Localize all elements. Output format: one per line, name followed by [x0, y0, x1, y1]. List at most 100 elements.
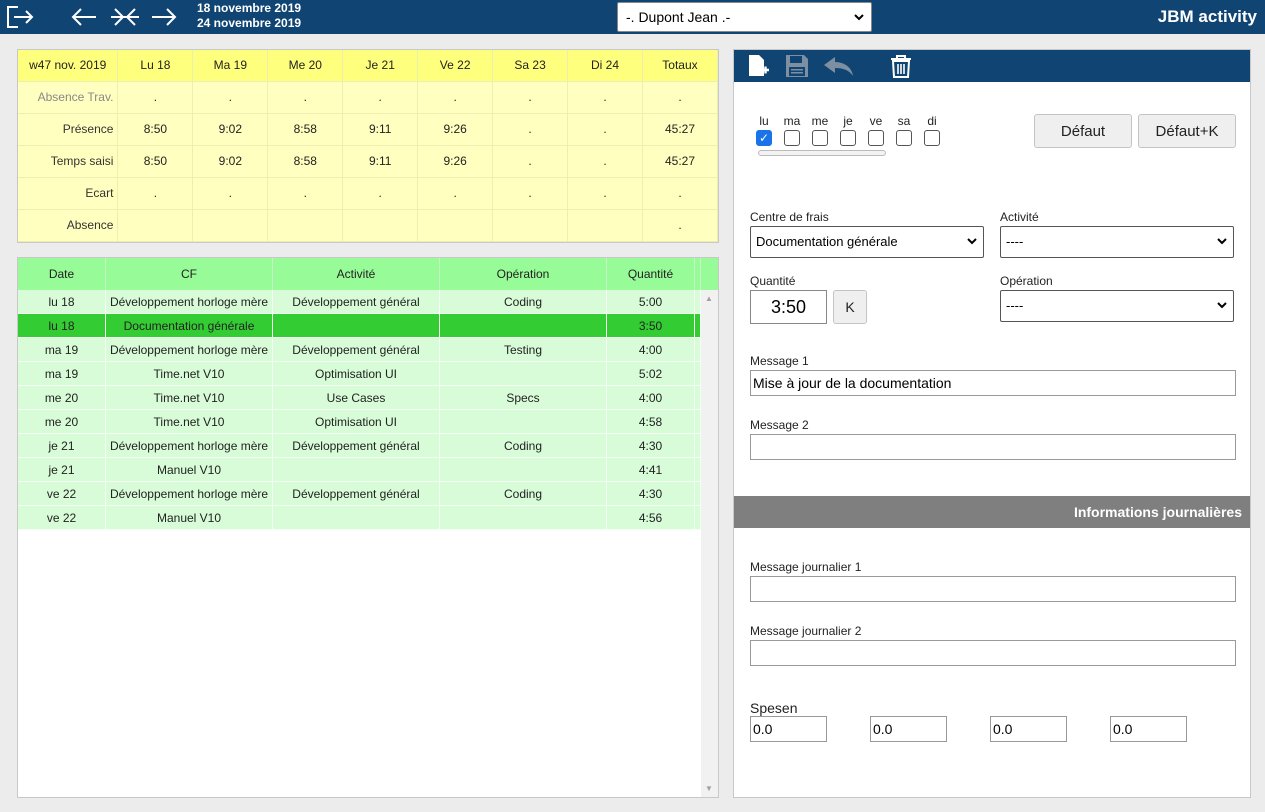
user-select[interactable]: -. Dupont Jean .-: [617, 2, 872, 32]
summary-cell: 8:50: [117, 145, 194, 178]
day-ma[interactable]: ma: [778, 114, 806, 146]
new-entry-icon[interactable]: [746, 54, 770, 78]
spesen-input-1[interactable]: 0.0: [750, 716, 827, 742]
entries-header-quantity[interactable]: Quantité: [607, 258, 695, 290]
day-di[interactable]: di: [918, 114, 946, 146]
table-row[interactable]: je 21 Manuel V10 4:41: [18, 458, 701, 482]
undo-icon[interactable]: [823, 54, 855, 78]
previous-week-icon[interactable]: [70, 5, 98, 29]
activity-select[interactable]: ----: [1000, 226, 1234, 258]
summary-cell: 9:11: [342, 145, 419, 178]
day-label: lu: [759, 114, 769, 128]
delete-icon[interactable]: [890, 54, 912, 78]
table-row[interactable]: je 21 Développement horloge mère Dévelop…: [18, 434, 701, 458]
summary-cell: 9:26: [417, 145, 494, 178]
cell-cf: Documentation générale: [106, 314, 273, 337]
day-checkbox[interactable]: [868, 130, 884, 146]
summary-cell: 8:58: [267, 145, 344, 178]
cell-date: je 21: [18, 434, 106, 457]
summary-cell: .: [117, 81, 194, 114]
day-checkbox[interactable]: [924, 130, 940, 146]
table-row[interactable]: lu 18 Développement horloge mère Dévelop…: [18, 290, 701, 314]
summary-cell: .: [192, 81, 269, 114]
entries-table: Date CF Activité Opération Quantité lu 1…: [17, 257, 719, 798]
message1-label: Message 1: [750, 354, 809, 368]
spesen-input-2[interactable]: 0.0: [870, 716, 947, 742]
table-row[interactable]: me 20 Time.net V10 Use Cases Specs 4:00: [18, 386, 701, 410]
scroll-up-icon[interactable]: ▲: [705, 294, 713, 303]
day-ve[interactable]: ve: [862, 114, 890, 146]
table-row[interactable]: ma 19 Développement horloge mère Dévelop…: [18, 338, 701, 362]
logout-icon[interactable]: [6, 5, 34, 29]
table-row[interactable]: me 20 Time.net V10 Optimisation UI 4:58: [18, 410, 701, 434]
default-button[interactable]: Défaut: [1034, 114, 1132, 148]
app-title: JBM activity: [1157, 7, 1257, 26]
day-je[interactable]: je: [834, 114, 862, 146]
table-row[interactable]: ma 19 Time.net V10 Optimisation UI 5:02: [18, 362, 701, 386]
day-checkbox[interactable]: [896, 130, 912, 146]
cell-quantity: 4:00: [607, 386, 695, 409]
summary-cell: .: [267, 177, 344, 210]
cell-date: me 20: [18, 410, 106, 433]
cell-quantity: 4:58: [607, 410, 695, 433]
day-label: di: [927, 114, 937, 128]
daily-message1-input[interactable]: [750, 576, 1236, 602]
entries-header-row: Date CF Activité Opération Quantité: [18, 258, 718, 290]
cell-activity: Développement général: [273, 338, 440, 361]
message2-input[interactable]: [750, 434, 1236, 460]
daily-message2-input[interactable]: [750, 640, 1236, 666]
next-week-icon[interactable]: [150, 5, 178, 29]
table-row[interactable]: ve 22 Manuel V10 4:56: [18, 506, 701, 530]
spesen-input-3[interactable]: 0.0: [990, 716, 1067, 742]
spesen-input-4[interactable]: 0.0: [1110, 716, 1187, 742]
cell-quantity: 4:00: [607, 338, 695, 361]
chevron-down-icon: [854, 14, 864, 21]
summary-cell: .: [567, 145, 643, 178]
cell-activity: Use Cases: [273, 386, 440, 409]
user-select-value: -. Dupont Jean .-: [626, 9, 731, 25]
day-label: ma: [783, 114, 801, 128]
default-k-button[interactable]: Défaut+K: [1138, 114, 1236, 148]
current-week-icon[interactable]: [109, 5, 141, 29]
table-row-selected[interactable]: lu 18 Documentation générale 3:50: [18, 314, 701, 338]
entries-header-date[interactable]: Date: [18, 258, 106, 290]
entries-header-operation[interactable]: Opération: [440, 258, 607, 290]
cell-operation: Coding: [440, 290, 607, 313]
operation-select[interactable]: ----: [1000, 290, 1234, 322]
save-icon[interactable]: [785, 54, 809, 78]
day-label: sa: [897, 114, 911, 128]
day-checkbox-checked[interactable]: ✓: [756, 130, 772, 146]
summary-cell: .: [492, 113, 569, 146]
cell-cf: Manuel V10: [106, 458, 273, 481]
quantity-input[interactable]: 3:50: [750, 290, 827, 324]
cell-cf: Time.net V10: [106, 362, 273, 385]
summary-cell: .: [492, 81, 569, 114]
summary-header-day: Me 20: [267, 50, 344, 82]
summary-cell: 8:58: [267, 113, 344, 146]
day-me[interactable]: me: [806, 114, 834, 146]
summary-cell: 9:11: [342, 113, 419, 146]
entries-header-activity[interactable]: Activité: [273, 258, 440, 290]
summary-row: Temps saisi 8:50 9:02 8:58 9:11 9:26 . .…: [18, 145, 719, 178]
day-checkbox[interactable]: [840, 130, 856, 146]
day-sa[interactable]: sa: [890, 114, 918, 146]
day-checkbox[interactable]: [812, 130, 828, 146]
entries-scrollbar[interactable]: ▲ ▼: [701, 290, 718, 797]
message1-input[interactable]: Mise à jour de la documentation: [750, 370, 1236, 396]
summary-cell: .: [492, 145, 569, 178]
table-row[interactable]: ve 22 Développement horloge mère Dévelop…: [18, 482, 701, 506]
cost-center-select[interactable]: Documentation générale: [750, 226, 984, 258]
scroll-down-icon[interactable]: ▼: [705, 784, 713, 793]
cell-activity: Développement général: [273, 290, 440, 313]
k-button[interactable]: K: [833, 290, 867, 324]
cell-operation: Coding: [440, 434, 607, 457]
summary-row-label: Absence: [18, 209, 119, 242]
summary-header-day: Je 21: [342, 50, 419, 82]
day-range-slider[interactable]: [758, 150, 886, 156]
operation-label: Opération: [1000, 274, 1053, 288]
day-checkbox[interactable]: [784, 130, 800, 146]
summary-row: Absence Trav. . . . . . . . .: [18, 81, 719, 114]
summary-cell: 45:27: [642, 145, 719, 178]
entries-header-cf[interactable]: CF: [106, 258, 273, 290]
day-lu[interactable]: lu ✓: [750, 114, 778, 146]
